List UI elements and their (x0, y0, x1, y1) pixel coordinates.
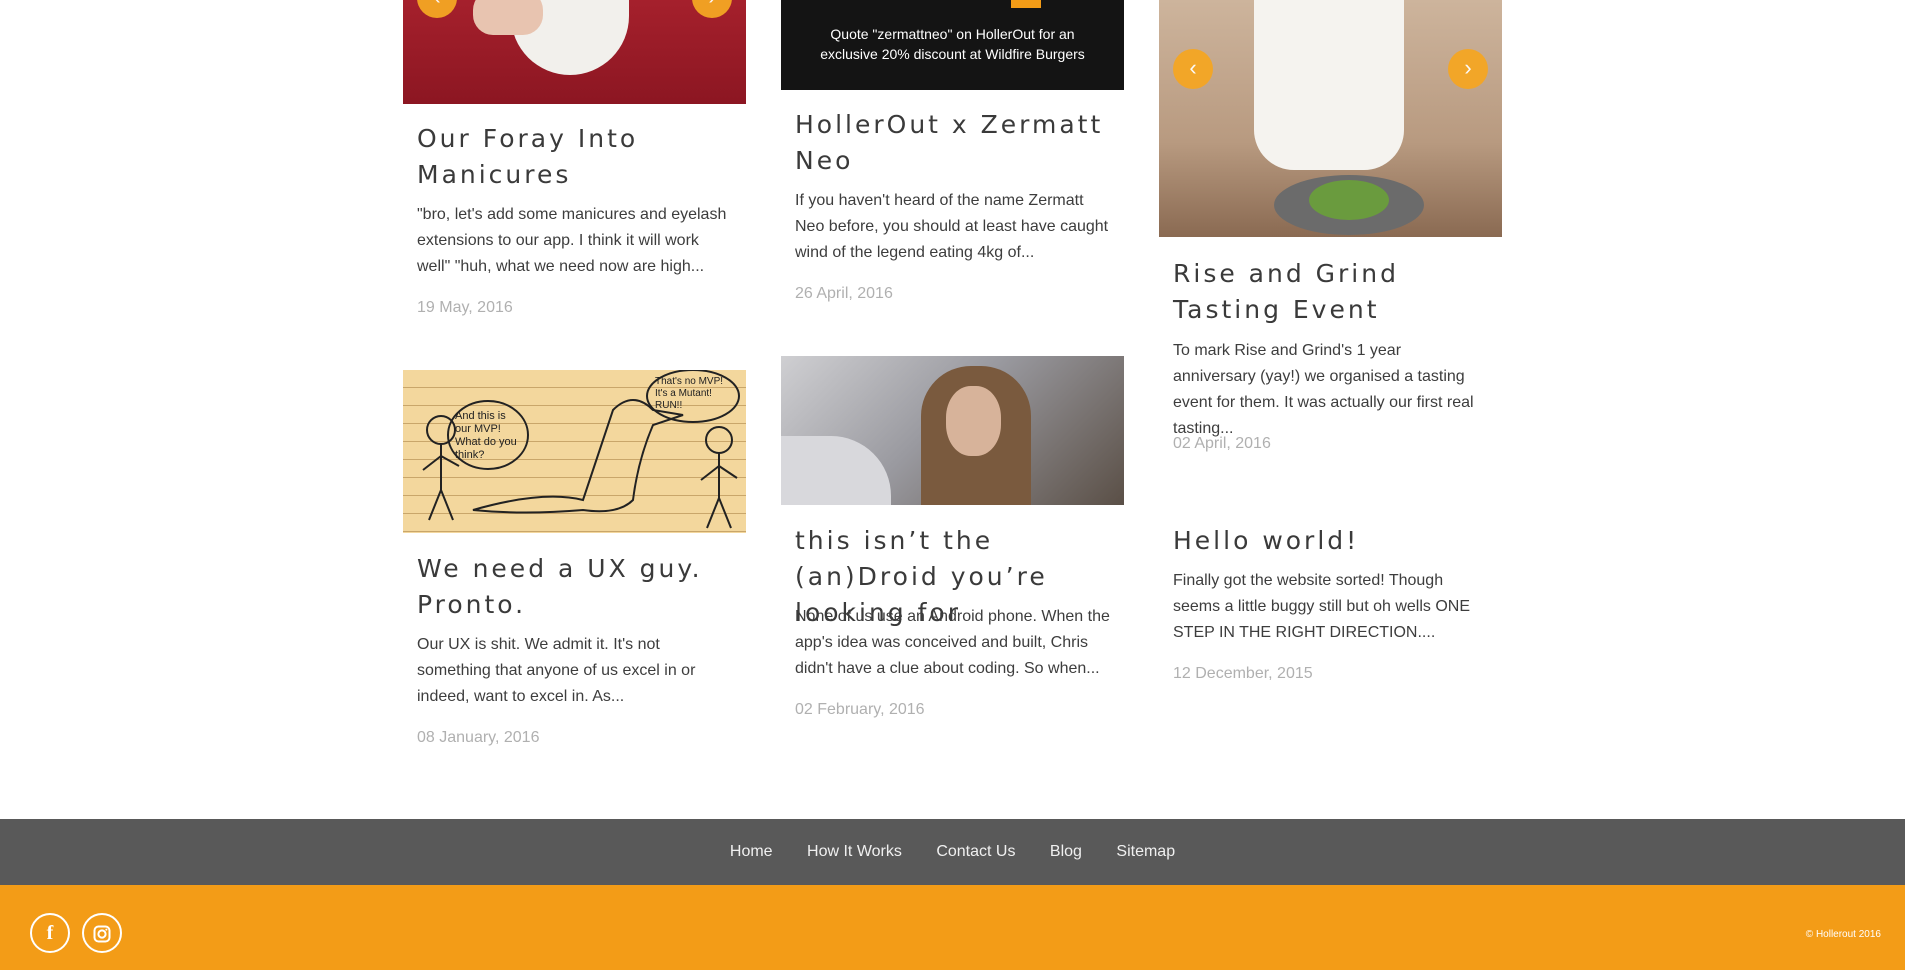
stick-figure-left (422, 415, 460, 521)
post-title[interactable]: Rise and Grind Tasting Event (1173, 256, 1488, 328)
footer-link-blog[interactable]: Blog (1050, 819, 1082, 885)
facebook-icon[interactable]: f (30, 913, 70, 953)
post-title[interactable]: Hello world! (1173, 523, 1488, 559)
hand-image (473, 0, 543, 35)
face-image (946, 386, 1001, 456)
sketch-text-right: That's no MVP! It's a Mutant! RUN!! (655, 376, 724, 411)
post-excerpt: If you haven't heard of the name Zermatt… (795, 192, 1109, 261)
post-title[interactable]: HollerOut x Zermatt Neo (795, 107, 1110, 179)
slider-next-arrow[interactable]: › (692, 0, 732, 18)
post-excerpt: Our UX is shit. We admit it. It's not so… (417, 636, 696, 705)
footer-nav: Home How It Works Contact Us Blog Sitema… (0, 819, 1905, 885)
post-thumbnail[interactable]: Quote "zermattneo" on HollerOut for an e… (781, 0, 1124, 90)
instagram-icon[interactable] (82, 913, 122, 953)
post-date: 19 May, 2016 (417, 299, 513, 316)
post-excerpt: To mark Rise and Grind's 1 year annivers… (1173, 342, 1474, 437)
post-excerpt: Finally got the website sorted! Though s… (1173, 572, 1471, 641)
promo-logo (1011, 0, 1041, 8)
footer-link-how-it-works[interactable]: How It Works (807, 819, 902, 885)
post-date: 12 December, 2015 (1173, 665, 1313, 682)
post-title[interactable]: Our Foray Into Manicures (417, 121, 732, 193)
footer-link-sitemap[interactable]: Sitemap (1116, 819, 1175, 885)
post-excerpt: None of us use an Android phone. When th… (795, 608, 1110, 677)
post-thumbnail[interactable]: ‹ › (1159, 0, 1502, 237)
post-thumbnail[interactable]: And this is our MVP! What do you think? … (403, 370, 746, 533)
promo-caption: Quote "zermattneo" on HollerOut for an e… (820, 26, 1085, 62)
person-image (1254, 0, 1404, 170)
sketch-text-left: And this is our MVP! What do you think? (455, 410, 517, 461)
post-date: 02 February, 2016 (795, 701, 925, 718)
post-thumbnail[interactable] (781, 356, 1124, 505)
slider-prev-arrow[interactable]: ‹ (1173, 49, 1213, 89)
footer-link-home[interactable]: Home (730, 819, 773, 885)
droid-image (781, 436, 891, 505)
copyright-text: © Hollerout 2016 (1805, 929, 1881, 940)
slider-next-arrow[interactable]: › (1448, 49, 1488, 89)
salad-image (1309, 180, 1389, 220)
post-date: 02 April, 2016 (1173, 435, 1271, 452)
footer-bar: f © Hollerout 2016 (0, 885, 1905, 970)
footer-link-contact-us[interactable]: Contact Us (936, 819, 1015, 885)
post-date: 26 April, 2016 (795, 285, 893, 302)
stick-figure-right (700, 426, 738, 529)
slider-prev-arrow[interactable]: ‹ (417, 0, 457, 18)
post-thumbnail[interactable]: ‹ › (403, 0, 746, 104)
post-date: 08 January, 2016 (417, 729, 540, 746)
post-excerpt: "bro, let's add some manicures and eyela… (417, 206, 727, 275)
post-title[interactable]: We need a UX guy. Pronto. (417, 551, 732, 623)
